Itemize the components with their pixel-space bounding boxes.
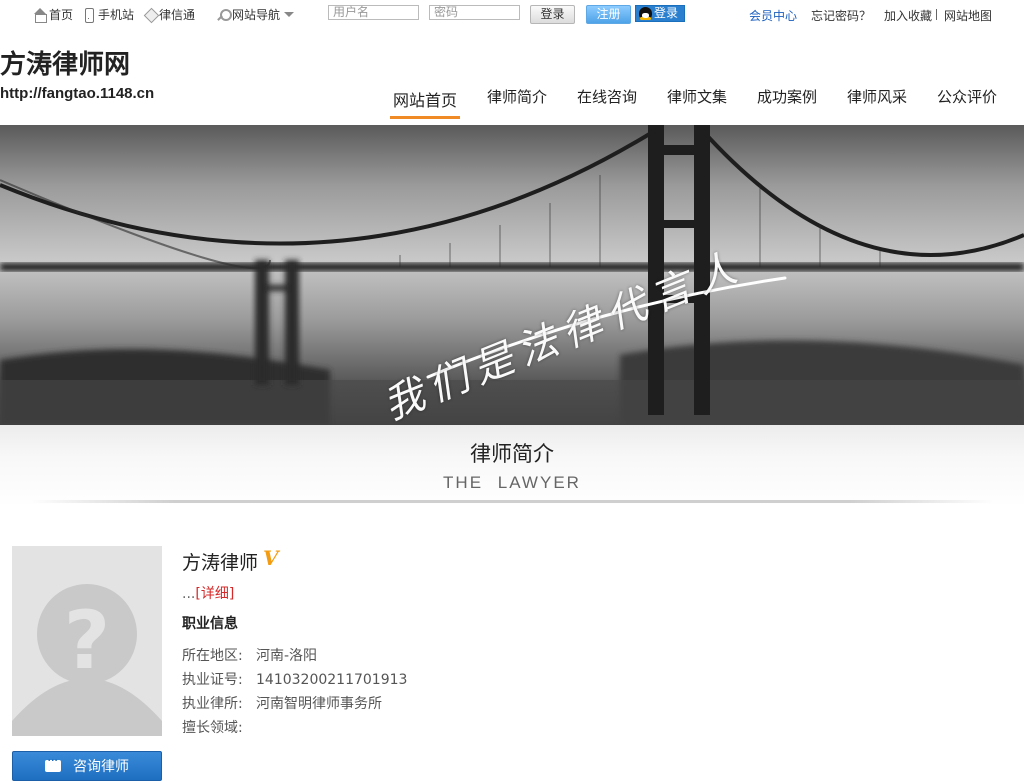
qq-login-button[interactable]: 登录: [635, 5, 685, 22]
section-divider: [30, 500, 994, 503]
chat-icon: [45, 753, 61, 772]
lvxintong-link[interactable]: 律信通: [143, 6, 195, 23]
register-button[interactable]: 注册: [586, 5, 631, 24]
consult-lawyer-button[interactable]: 咨询律师: [12, 751, 162, 781]
info-row-license: 执业证号: 14103200211701913: [182, 669, 407, 689]
license-value: 14103200211701913: [256, 672, 408, 688]
default-avatar-icon: ?: [12, 584, 162, 736]
site-navigation-dropdown[interactable]: 网站导航: [216, 6, 295, 23]
nav-lawyer-gallery[interactable]: 律师风采: [847, 86, 907, 107]
detail-link[interactable]: [详细]: [195, 586, 234, 602]
qq-icon: [639, 7, 652, 20]
nav-home[interactable]: 网站首页: [393, 87, 457, 111]
login-button[interactable]: 登录: [530, 5, 575, 24]
site-title[interactable]: 方涛律师网: [0, 44, 130, 81]
section-title: 律师简介: [470, 442, 554, 466]
lvxintong-label: 律信通: [159, 8, 196, 22]
active-nav-indicator: [390, 116, 460, 119]
lawyer-intro: ...[详细]: [182, 583, 234, 603]
consult-lawyer-label: 咨询律师: [73, 759, 129, 775]
nav-lawyer-intro[interactable]: 律师简介: [487, 86, 547, 107]
mobile-site-label: 手机站: [98, 8, 135, 22]
chevron-down-icon: [284, 12, 295, 17]
qq-login-label: 登录: [654, 6, 679, 20]
specialty-label: 擅长领域:: [182, 720, 243, 736]
hero-banner: 我们是法律代言人: [0, 125, 1024, 425]
verified-badge: V: [263, 546, 279, 570]
nav-online-consult[interactable]: 在线咨询: [577, 86, 637, 107]
nav-success-cases[interactable]: 成功案例: [757, 86, 817, 107]
region-label: 所在地区:: [182, 648, 243, 664]
password-input[interactable]: 密码: [429, 5, 520, 20]
svg-text:?: ?: [64, 594, 110, 687]
intro-text: ...: [182, 586, 196, 602]
add-favorite-link[interactable]: 加入收藏: [884, 7, 932, 24]
mobile-icon: [82, 7, 96, 23]
member-center-link[interactable]: 会员中心: [749, 7, 797, 24]
mobile-site-link[interactable]: 手机站: [82, 6, 134, 23]
main-nav: 网站首页 律师简介 在线咨询 律师文集 成功案例 律师风采 公众评价: [0, 78, 1024, 120]
nav-public-reviews[interactable]: 公众评价: [937, 86, 997, 107]
search-icon: [216, 8, 232, 22]
license-label: 执业证号:: [182, 672, 243, 688]
site-navigation-label: 网站导航: [232, 8, 281, 22]
info-row-firm: 执业律所: 河南智明律师事务所: [182, 693, 382, 713]
forgot-password-link[interactable]: 忘记密码？: [811, 7, 871, 24]
info-row-region: 所在地区: 河南-洛阳: [182, 645, 317, 665]
diamond-icon: [143, 8, 157, 22]
career-info-title: 职业信息: [182, 616, 238, 632]
top-utility-bar: 首页 手机站 律信通 网站导航 用户名 密码 登录 注册 登录 会员中心 忘记密…: [0, 0, 1024, 28]
section-subtitle: THE LAWYER: [443, 473, 581, 492]
firm-value: 河南智明律师事务所: [256, 696, 382, 712]
home-icon: [33, 7, 47, 23]
avatar: ?: [12, 546, 162, 736]
home-link-label: 首页: [49, 8, 74, 22]
firm-label: 执业律所:: [182, 696, 243, 712]
sitemap-link[interactable]: 网站地图: [944, 7, 992, 24]
region-value: 河南-洛阳: [256, 648, 318, 664]
lawyer-name: 方涛律师: [182, 552, 259, 574]
username-input[interactable]: 用户名: [328, 5, 419, 20]
info-row-specialty: 擅长领域:: [182, 717, 256, 737]
divider: [936, 9, 937, 20]
nav-articles[interactable]: 律师文集: [667, 86, 727, 107]
home-link[interactable]: 首页: [33, 6, 73, 23]
